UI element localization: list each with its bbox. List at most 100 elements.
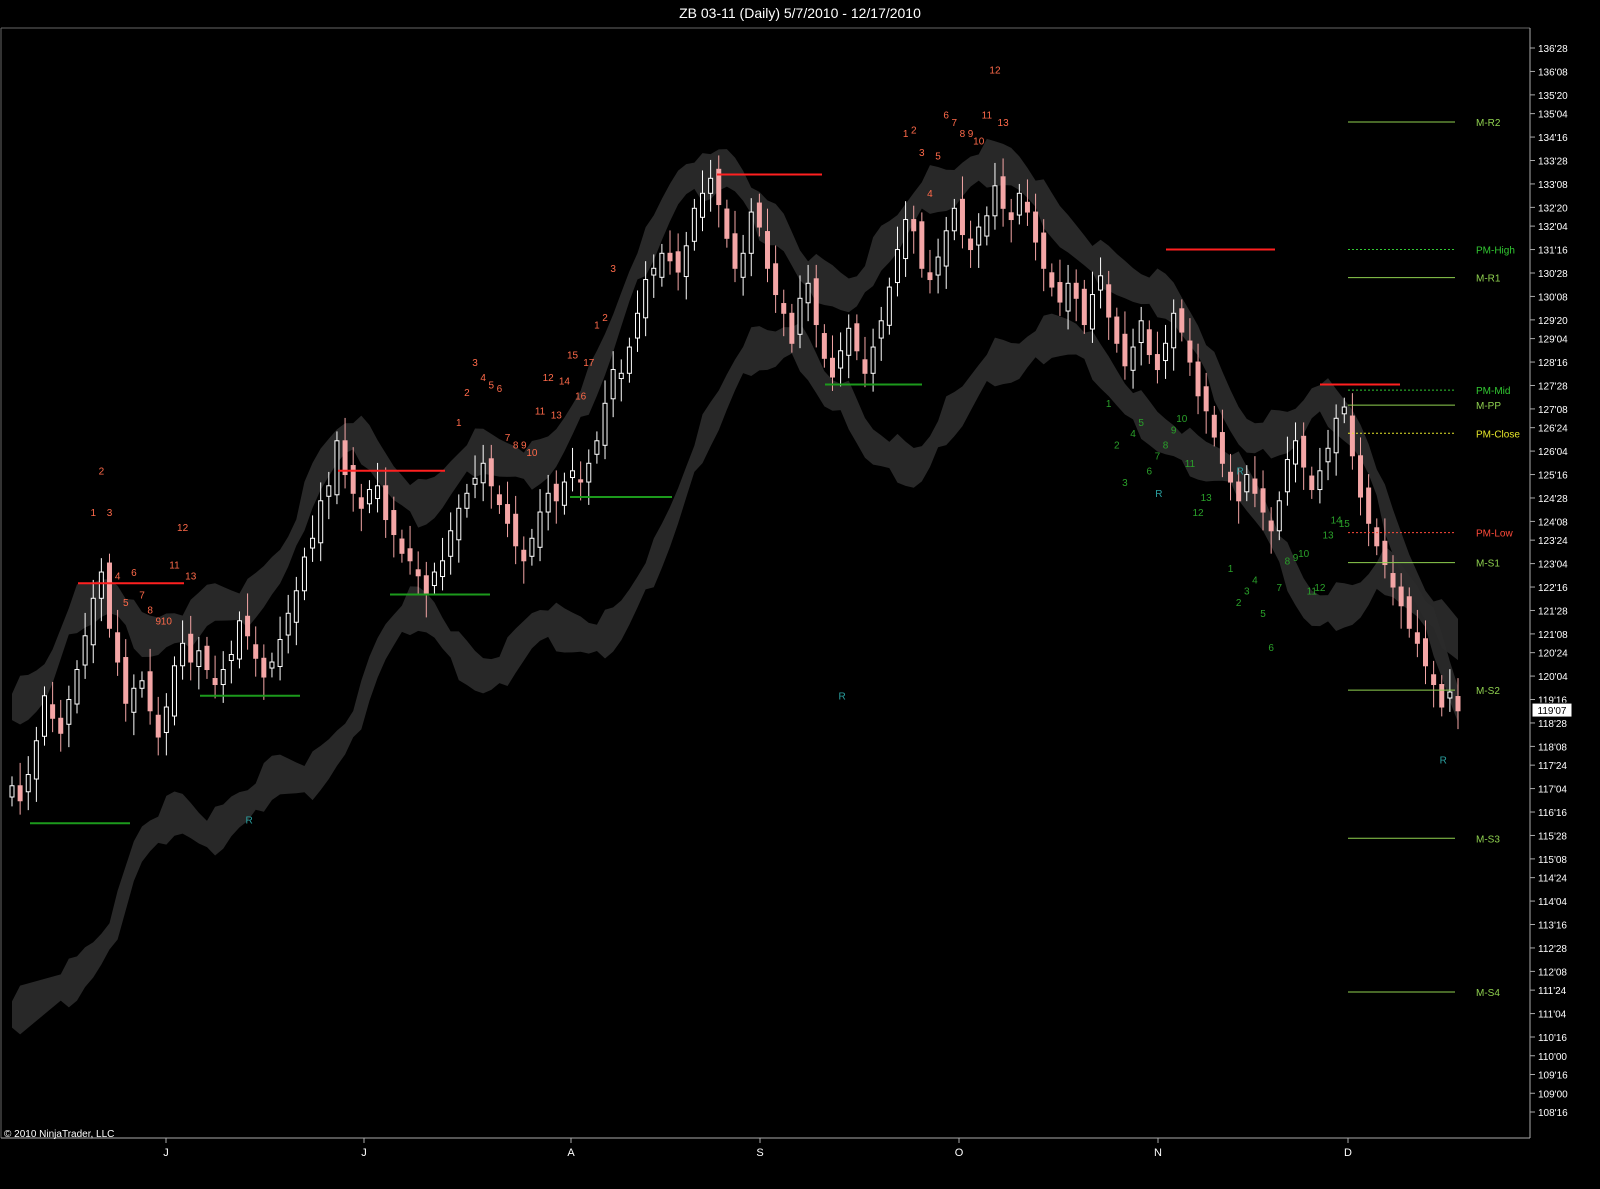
count-marker: 1 xyxy=(903,129,909,140)
candle-body xyxy=(1041,232,1047,269)
candle-body xyxy=(1260,488,1266,513)
y-tick-label: 112'08 xyxy=(1538,967,1567,978)
candle-body xyxy=(829,357,835,378)
candle-body xyxy=(391,510,397,536)
candle-body xyxy=(1414,632,1420,644)
count-marker: 5 xyxy=(935,152,941,163)
candle-body xyxy=(594,440,600,455)
candle-body xyxy=(383,485,389,521)
candle-body xyxy=(342,440,348,476)
chart-svg[interactable]: M-R2 PM-High M-R1 PM-Mid M-PP PM-Close PM-Low M… xyxy=(0,26,1600,1184)
candle-body xyxy=(1171,312,1177,349)
count-marker: 8 xyxy=(513,440,519,451)
candle-body xyxy=(1008,212,1014,221)
count-marker: 7 xyxy=(1276,583,1282,594)
candle-body xyxy=(1333,417,1339,454)
candle-body xyxy=(431,571,437,587)
candle-body xyxy=(805,282,811,304)
y-tick-label: 126'24 xyxy=(1538,424,1568,435)
pivot-label: M-R1 xyxy=(1476,274,1501,285)
count-marker: 4 xyxy=(115,572,121,583)
count-marker: 2 xyxy=(911,125,917,136)
y-tick-label: 120'04 xyxy=(1538,672,1568,683)
candle-body xyxy=(472,477,478,485)
y-tick-label: 115'28 xyxy=(1538,831,1567,842)
y-tick-label: 125'16 xyxy=(1538,471,1568,482)
candle-body xyxy=(1081,288,1087,326)
candle-body xyxy=(1203,386,1209,412)
candle-body xyxy=(691,207,697,242)
candle-body xyxy=(1366,487,1372,524)
y-tick-label: 135'20 xyxy=(1538,91,1568,102)
candle-body xyxy=(1122,333,1128,367)
candle-body xyxy=(82,635,88,666)
candle-body xyxy=(399,538,405,554)
candle-body xyxy=(1228,471,1234,483)
candle-body xyxy=(903,219,909,260)
candle-body xyxy=(813,278,819,326)
candle-body xyxy=(204,645,210,671)
candle-body xyxy=(1154,354,1160,371)
candle-body xyxy=(1138,320,1144,344)
count-marker: 7 xyxy=(139,590,145,601)
count-marker: 12 xyxy=(543,373,555,384)
candle-body xyxy=(919,221,925,269)
candle-body xyxy=(521,549,527,562)
y-tick-label: 135'04 xyxy=(1538,110,1568,121)
candle-body xyxy=(1317,470,1323,491)
y-tick-label: 132'20 xyxy=(1538,203,1568,214)
candle-body xyxy=(708,177,714,194)
candle-body xyxy=(1276,500,1282,532)
candle-body xyxy=(968,238,974,251)
candle-body xyxy=(610,369,616,400)
candle-body xyxy=(261,657,267,678)
candle-body xyxy=(139,680,145,689)
count-marker: 10 xyxy=(1176,414,1188,425)
count-marker: 8 xyxy=(1163,440,1169,451)
candle-body xyxy=(17,785,23,802)
candle-body xyxy=(1049,272,1055,288)
candle-body xyxy=(740,252,746,278)
candle-body xyxy=(163,706,169,734)
candle-body xyxy=(553,483,559,502)
candle-body xyxy=(496,494,502,506)
candle-body xyxy=(188,633,194,663)
candle-body xyxy=(756,202,762,228)
candle-body xyxy=(326,485,332,497)
candle-body xyxy=(911,219,917,232)
count-marker: 7 xyxy=(952,118,958,129)
y-tick-label: 117'04 xyxy=(1538,785,1567,796)
candle-body xyxy=(854,323,860,352)
candle-body xyxy=(651,267,657,276)
candle-body xyxy=(480,462,486,484)
candle-body xyxy=(25,774,31,793)
x-tick-label: A xyxy=(567,1147,575,1159)
candle-body xyxy=(618,372,624,380)
y-tick-label: 124'28 xyxy=(1538,494,1568,505)
candle-body xyxy=(667,252,673,262)
y-tick-label: 121'08 xyxy=(1538,630,1568,641)
pivot-label: PM-Close xyxy=(1476,429,1520,440)
count-marker: 12 xyxy=(989,65,1001,76)
candle-body xyxy=(106,562,112,629)
count-marker: 4 xyxy=(1252,575,1258,586)
candle-body xyxy=(886,286,892,326)
candle-body xyxy=(171,665,177,717)
candle-body xyxy=(1114,316,1120,344)
candle-body xyxy=(951,207,957,232)
candle-body xyxy=(66,699,72,725)
r-marker: R xyxy=(838,692,845,703)
chart-area[interactable]: M-R2 PM-High M-R1 PM-Mid M-PP PM-Close PM-Low M… xyxy=(0,26,1600,1184)
candle-body xyxy=(700,192,706,218)
count-marker: 8 xyxy=(147,605,153,616)
last-price-marker: 119'07 xyxy=(1531,702,1573,718)
candle-body xyxy=(773,263,779,296)
count-marker: 3 xyxy=(919,148,925,159)
candle-body xyxy=(984,215,990,237)
candle-body xyxy=(1439,684,1445,708)
count-marker: 6 xyxy=(497,384,503,395)
candle-body xyxy=(58,717,64,734)
count-marker: 16 xyxy=(575,392,587,403)
candle-body xyxy=(1284,459,1290,493)
candle-body xyxy=(732,233,738,269)
